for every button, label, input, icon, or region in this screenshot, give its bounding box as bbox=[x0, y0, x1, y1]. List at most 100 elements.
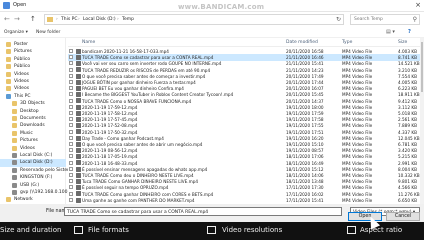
row-checkbox[interactable] bbox=[69, 61, 73, 66]
row-checkbox[interactable] bbox=[69, 67, 73, 72]
file-list: Name Date modified Type Size bandicam 20… bbox=[68, 38, 420, 204]
new-folder-button[interactable]: New folder bbox=[36, 30, 60, 35]
row-checkbox[interactable] bbox=[69, 80, 73, 84]
address-bar: ← → ↑ › This PC › Local Disk (D:) › Temp… bbox=[0, 12, 424, 27]
column-type[interactable]: Type bbox=[342, 40, 352, 45]
breadcrumb-separator: › bbox=[78, 17, 80, 22]
video-info-strip: Size and duration File formats Video res… bbox=[0, 222, 424, 240]
folder-icon bbox=[6, 49, 11, 55]
video-file-icon bbox=[76, 92, 81, 98]
row-checkbox[interactable] bbox=[69, 197, 73, 202]
video-file-icon bbox=[76, 147, 81, 153]
video-file-icon bbox=[76, 123, 81, 129]
folder-icon bbox=[12, 116, 17, 121]
row-checkbox[interactable] bbox=[69, 142, 73, 146]
row-checkbox[interactable] bbox=[69, 160, 73, 165]
row-checkbox[interactable] bbox=[69, 179, 73, 184]
nav-item-label: Local Disk (C:) bbox=[20, 153, 53, 158]
row-checkbox[interactable] bbox=[69, 185, 73, 190]
breadcrumb-separator: › bbox=[117, 17, 119, 22]
row-checkbox[interactable] bbox=[69, 173, 73, 177]
strip-size-duration: Size and duration bbox=[0, 226, 62, 234]
open-file-dialog: Open www.BANDICAM.com × ← → ↑ › This PC … bbox=[0, 0, 424, 222]
forward-arrow-icon[interactable]: → bbox=[14, 15, 20, 23]
folder-icon bbox=[12, 108, 17, 114]
nav-item-label: USB (G:) bbox=[20, 182, 40, 188]
nav-item-label: Vídeos bbox=[14, 86, 30, 92]
nav-item-label: This PC bbox=[14, 93, 31, 99]
row-checkbox[interactable] bbox=[69, 92, 73, 97]
row-checkbox[interactable] bbox=[69, 135, 73, 140]
row-checkbox[interactable] bbox=[69, 191, 73, 196]
nav-item-label: Público bbox=[14, 64, 31, 70]
file-size: 6.650 KB bbox=[398, 197, 417, 203]
folder-icon bbox=[12, 138, 17, 144]
video-file-icon bbox=[76, 154, 81, 160]
search-placeholder: Search Temp bbox=[354, 17, 383, 22]
row-checkbox[interactable] bbox=[69, 111, 73, 115]
video-file-icon bbox=[76, 135, 81, 141]
row-checkbox[interactable] bbox=[69, 73, 73, 78]
row-checkbox[interactable] bbox=[69, 117, 73, 122]
title-bar: Open www.BANDICAM.com × bbox=[0, 0, 424, 12]
up-arrow-icon[interactable]: ↑ bbox=[30, 15, 36, 23]
row-checkbox[interactable] bbox=[69, 86, 73, 91]
breadcrumb-local-disk[interactable]: Local Disk (D:) bbox=[83, 17, 116, 22]
folder-icon bbox=[6, 64, 11, 70]
search-icon: ⚲ bbox=[412, 16, 417, 23]
filename-input[interactable]: TUCA TRADE Como se cadastrar para usar a… bbox=[64, 207, 342, 216]
folder-icon bbox=[12, 167, 17, 173]
column-date-modified[interactable]: Date modified bbox=[286, 40, 318, 45]
video-file-icon bbox=[76, 73, 81, 79]
nav-item-label: Music bbox=[20, 130, 33, 136]
row-checkbox[interactable] bbox=[69, 49, 73, 53]
folder-icon bbox=[47, 17, 53, 22]
help-icon[interactable]: ? bbox=[408, 29, 411, 35]
video-resolutions-icon bbox=[207, 226, 216, 234]
row-checkbox[interactable] bbox=[69, 154, 73, 159]
column-name[interactable]: Name bbox=[82, 40, 95, 45]
app-icon bbox=[3, 2, 10, 9]
video-file-icon bbox=[76, 54, 81, 60]
row-checkbox[interactable] bbox=[69, 123, 73, 128]
vertical-scrollbar[interactable] bbox=[420, 38, 424, 204]
folder-icon bbox=[12, 182, 17, 188]
back-arrow-icon[interactable]: ← bbox=[4, 15, 10, 23]
scrollbar-thumb[interactable] bbox=[421, 42, 423, 92]
nav-item-label: Poster bbox=[14, 42, 29, 47]
breadcrumb-temp[interactable]: Temp bbox=[122, 17, 134, 22]
column-header: Name Date modified Type Size bbox=[68, 38, 420, 47]
search-input[interactable]: Search Temp ⚲ bbox=[350, 14, 420, 25]
row-checkbox[interactable] bbox=[69, 129, 73, 134]
folder-icon bbox=[12, 123, 17, 129]
nav-item-label: Documents bbox=[20, 116, 46, 121]
row-checkbox[interactable] bbox=[69, 104, 73, 109]
column-size[interactable]: Size bbox=[398, 40, 407, 45]
video-file-icon bbox=[76, 141, 81, 147]
file-row[interactable]: Uma ganhe as ganhe com PANTHER DO MARKET… bbox=[68, 197, 420, 204]
folder-icon bbox=[6, 86, 11, 92]
file-formats-icon bbox=[74, 226, 83, 234]
video-file-icon bbox=[76, 67, 81, 73]
video-file-icon bbox=[76, 129, 81, 135]
strip-file-formats: File formats bbox=[88, 226, 129, 234]
breadcrumb-this-pc[interactable]: This PC bbox=[61, 17, 77, 22]
cancel-button[interactable]: Cancel bbox=[386, 212, 420, 221]
computer-icon bbox=[6, 93, 11, 99]
video-file-icon bbox=[76, 197, 81, 203]
view-options-button[interactable]: ▤ ▾ bbox=[386, 29, 395, 35]
refresh-icon[interactable]: ↻ bbox=[336, 16, 341, 23]
organize-button[interactable]: Organize ▾ bbox=[4, 30, 28, 35]
video-file-icon bbox=[76, 116, 81, 122]
row-checkbox[interactable] bbox=[69, 98, 73, 103]
row-checkbox[interactable] bbox=[69, 166, 73, 171]
nav-item-label: 3D Objects bbox=[20, 101, 45, 107]
folder-icon bbox=[6, 79, 11, 84]
close-icon[interactable]: × bbox=[415, 1, 421, 9]
video-file-icon bbox=[76, 85, 81, 91]
breadcrumb[interactable]: › This PC › Local Disk (D:) › Temp ↻ bbox=[44, 14, 344, 25]
nav-item-label: Videos bbox=[20, 145, 35, 151]
folder-icon bbox=[12, 101, 17, 107]
row-checkbox[interactable] bbox=[69, 148, 73, 153]
row-checkbox[interactable] bbox=[69, 55, 73, 60]
